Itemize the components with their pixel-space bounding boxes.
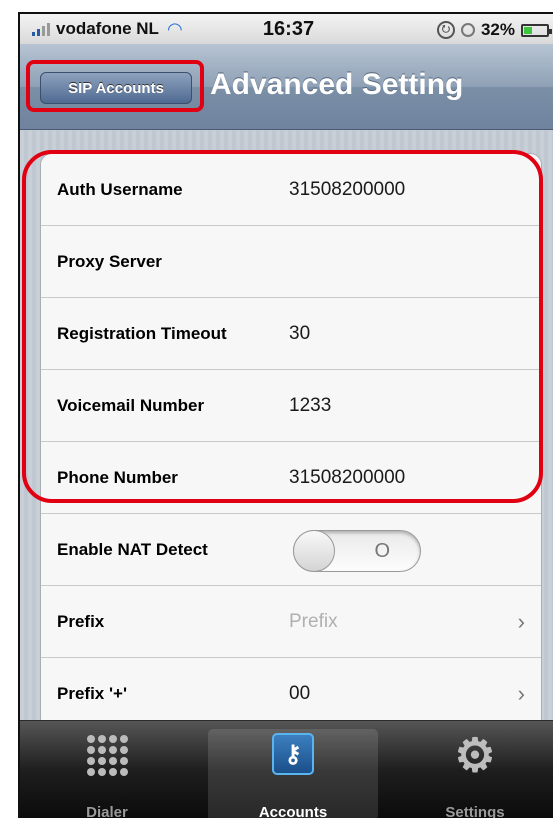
signal-icon bbox=[32, 22, 50, 36]
chevron-right-icon: › bbox=[517, 608, 525, 634]
toggle-knob bbox=[293, 530, 335, 572]
setting-label: Enable NAT Detect bbox=[57, 539, 208, 559]
tab-accounts[interactable]: ⚷ Accounts bbox=[208, 729, 378, 818]
key-icon: ⚷ bbox=[272, 733, 314, 775]
setting-label: Auth Username bbox=[57, 179, 183, 199]
rotation-lock-icon: ⭮ bbox=[436, 21, 455, 39]
setting-label: Proxy Server bbox=[57, 251, 162, 271]
setting-row-voicemail-number[interactable]: Voicemail Number 1233 bbox=[41, 370, 541, 442]
setting-label: Prefix bbox=[57, 611, 105, 631]
settings-content: Auth Username 31508200000 Proxy Server R… bbox=[20, 131, 553, 731]
alarm-icon bbox=[460, 23, 475, 37]
chevron-right-icon: › bbox=[517, 681, 525, 706]
setting-row-prefix[interactable]: Prefix Prefix › bbox=[41, 586, 541, 658]
setting-row-phone-number[interactable]: Phone Number 31508200000 bbox=[41, 442, 541, 514]
tab-label: Accounts bbox=[258, 804, 328, 818]
setting-row-registration-timeout[interactable]: Registration Timeout 30 bbox=[41, 298, 541, 370]
carrier-name: vodafone NL bbox=[56, 19, 159, 38]
page-title: Advanced Setting bbox=[210, 68, 464, 101]
tab-settings[interactable]: ⚙ Settings bbox=[390, 729, 553, 818]
settings-group: Auth Username 31508200000 Proxy Server R… bbox=[40, 153, 542, 731]
tab-dialer[interactable]: Dialer bbox=[22, 729, 192, 818]
phone-screen: vodafone NL ◠ 16:37 ⭮ 32% SIP Accounts A… bbox=[18, 12, 553, 818]
back-button-highlight: SIP Accounts bbox=[26, 60, 204, 112]
tab-bar: Dialer ⚷ Accounts ⚙ Settings bbox=[20, 720, 553, 818]
battery-icon bbox=[521, 23, 552, 37]
dialer-grid-icon bbox=[86, 735, 128, 776]
gear-icon: ⚙ bbox=[454, 729, 496, 781]
setting-value: 31508200000 bbox=[289, 178, 406, 200]
battery-percent: 32% bbox=[480, 20, 515, 39]
setting-label: Voicemail Number bbox=[57, 395, 205, 415]
setting-label: Registration Timeout bbox=[57, 323, 227, 343]
tab-label: Dialer bbox=[86, 804, 128, 818]
prefix-placeholder: Prefix bbox=[289, 610, 338, 632]
setting-row-proxy-server[interactable]: Proxy Server bbox=[41, 226, 541, 298]
setting-row-nat-detect: Enable NAT Detect O bbox=[41, 514, 541, 586]
toggle-off-text: O bbox=[374, 540, 390, 562]
setting-row-auth-username[interactable]: Auth Username 31508200000 bbox=[41, 154, 541, 226]
nat-detect-toggle[interactable]: O bbox=[293, 530, 421, 572]
setting-label: Prefix '+' bbox=[57, 684, 127, 703]
wifi-icon: ◠ bbox=[166, 18, 183, 39]
setting-value: 00 bbox=[289, 683, 311, 704]
setting-value: 1233 bbox=[289, 394, 332, 416]
tab-label: Settings bbox=[445, 804, 505, 818]
setting-label: Phone Number bbox=[57, 467, 178, 487]
navigation-bar: SIP Accounts Advanced Setting bbox=[20, 44, 553, 130]
back-button[interactable]: SIP Accounts bbox=[40, 72, 192, 104]
back-button-label: SIP Accounts bbox=[68, 79, 164, 97]
setting-value: 30 bbox=[289, 322, 311, 344]
setting-value: 31508200000 bbox=[289, 466, 406, 488]
status-bar: vodafone NL ◠ 16:37 ⭮ 32% bbox=[20, 14, 553, 44]
